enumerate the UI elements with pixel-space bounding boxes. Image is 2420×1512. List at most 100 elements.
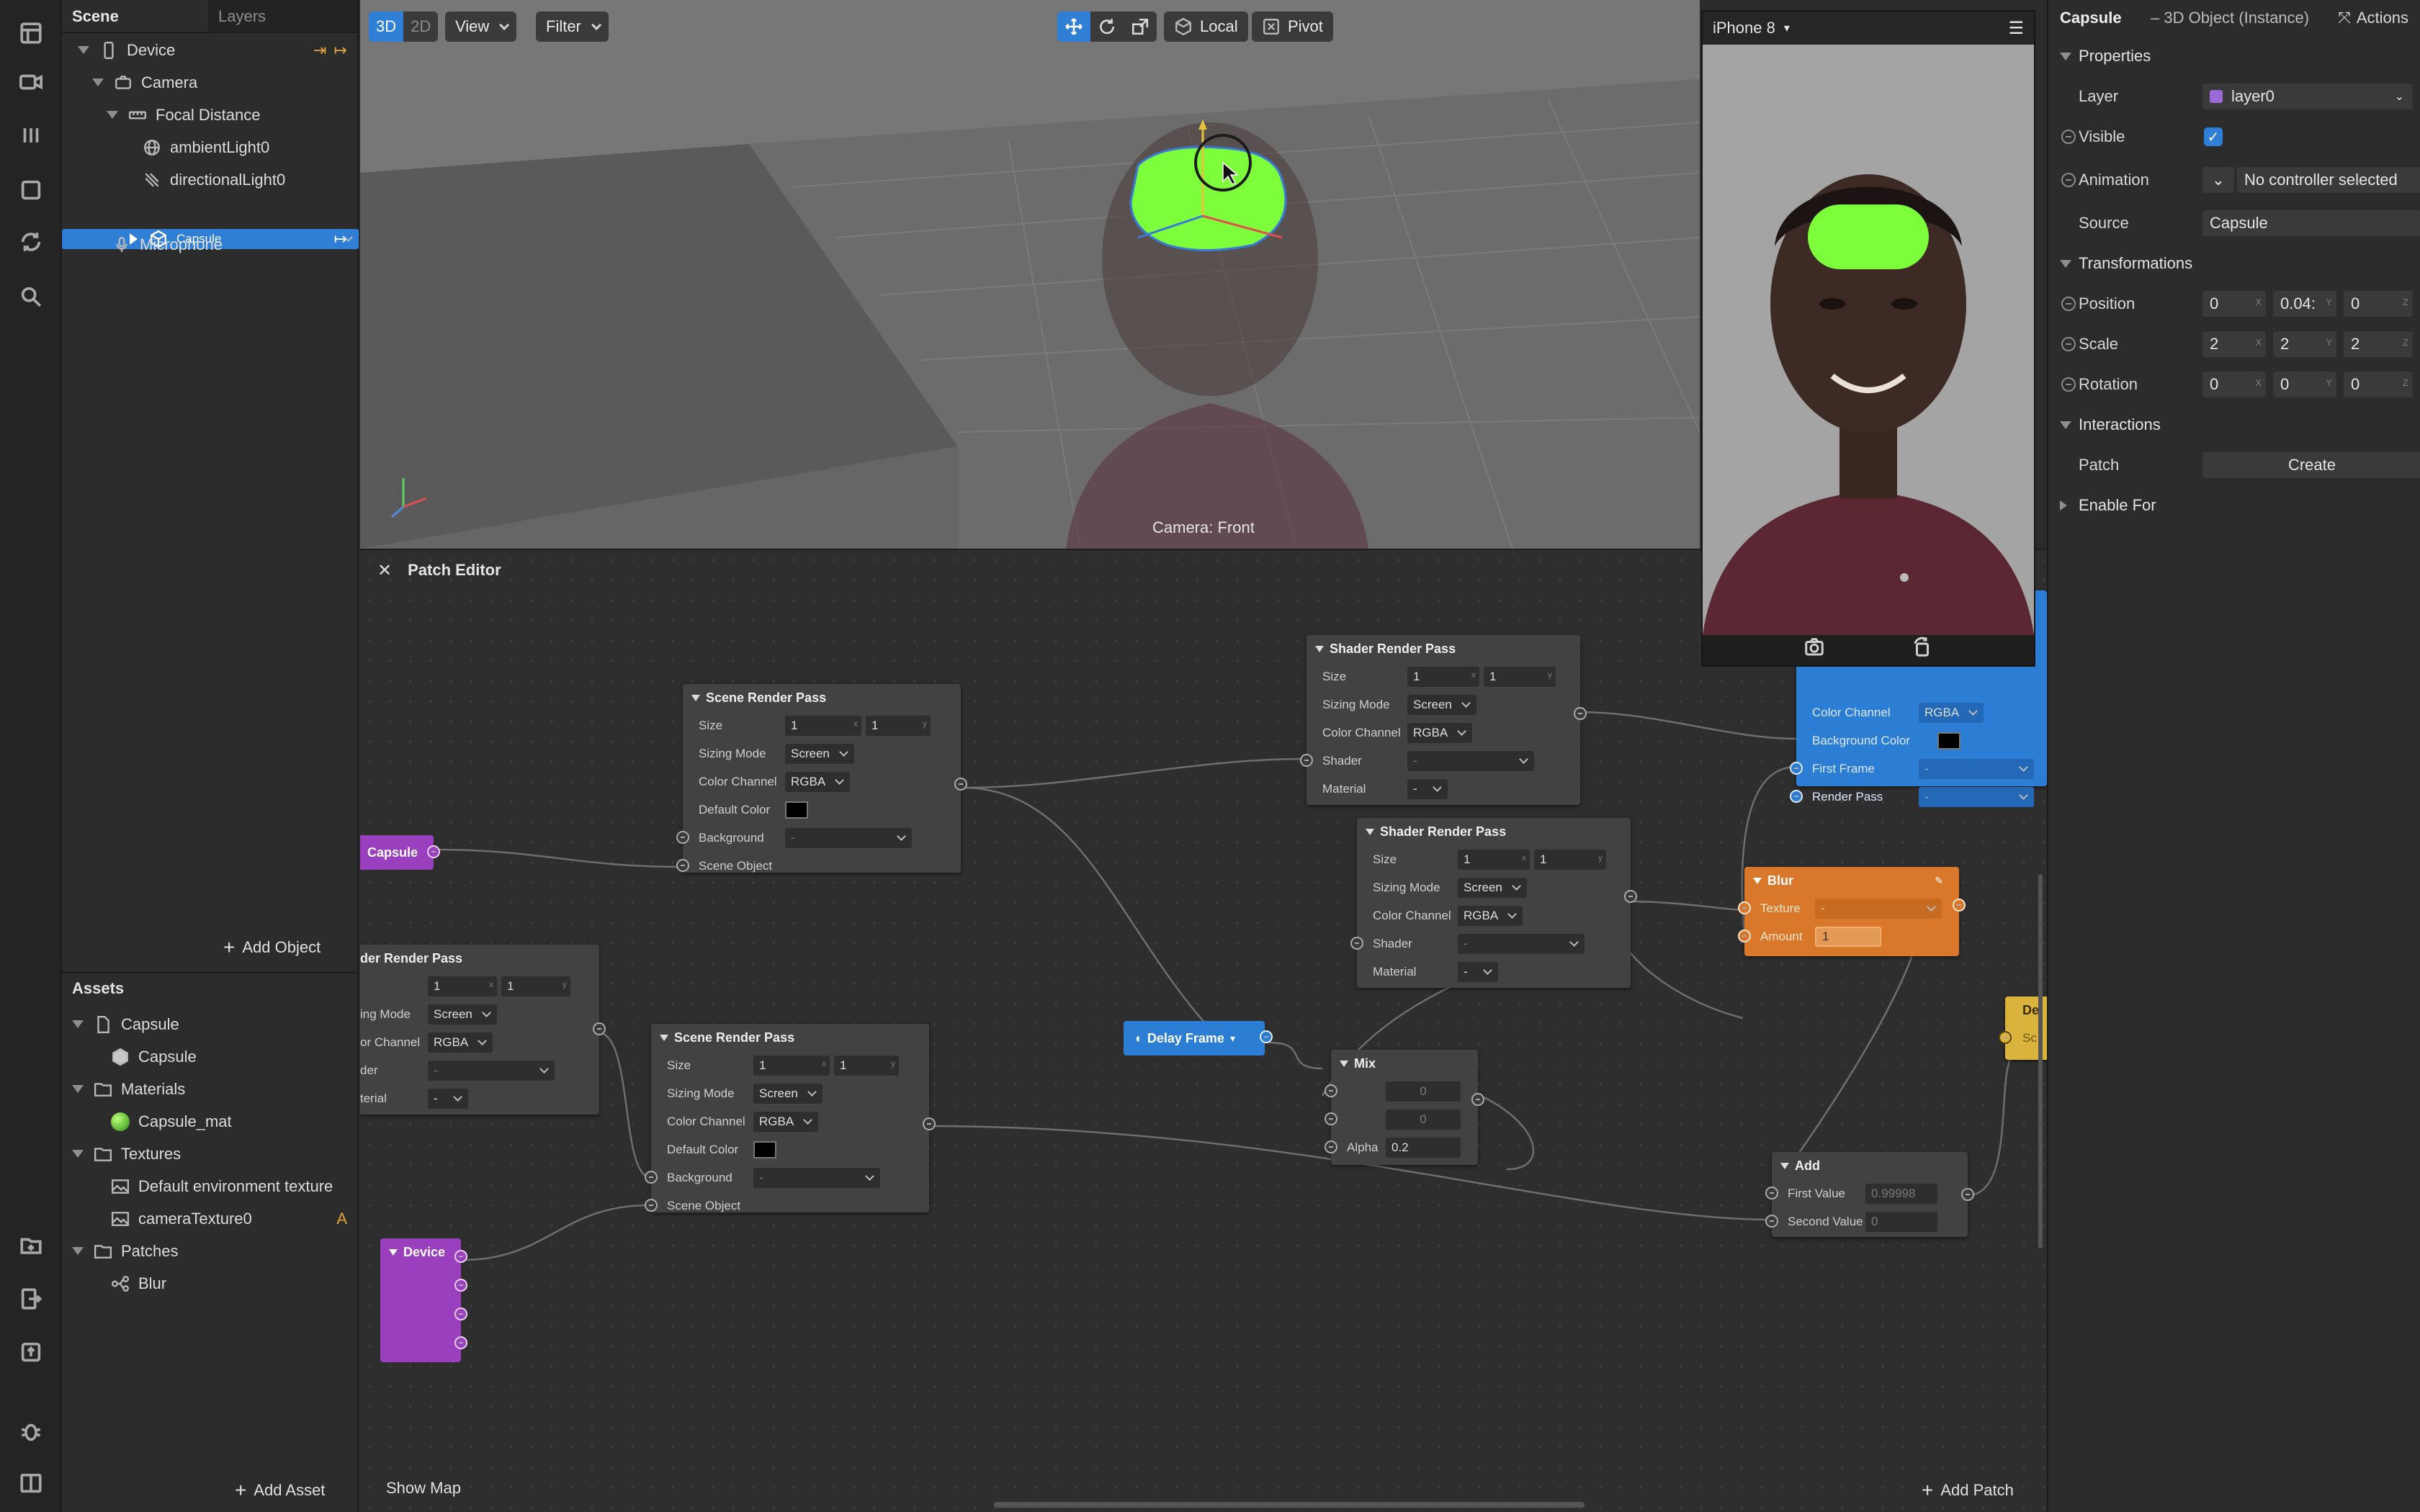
rotation-y-field[interactable]: 0Y	[2273, 372, 2336, 397]
color-channel-select[interactable]: RGBA	[1407, 722, 1473, 743]
output-port[interactable]	[1574, 707, 1587, 720]
visible-checkbox[interactable]: ✓	[2204, 127, 2223, 146]
rotate-tool-icon[interactable]	[1090, 12, 1124, 42]
menu-icon[interactable]: ☰	[2008, 18, 2024, 39]
input-port[interactable]	[645, 1199, 658, 1212]
input-port[interactable]	[1300, 754, 1313, 767]
mix-input-1[interactable]: 0	[1386, 1081, 1461, 1102]
sizing-mode-select[interactable]: Screen	[753, 1083, 823, 1104]
capsule-patch-node[interactable]: Capsule	[360, 835, 440, 870]
chevron-down-icon[interactable]	[72, 1150, 84, 1158]
connect-arrow-icon[interactable]	[2061, 377, 2076, 392]
material-select[interactable]: -	[1458, 961, 1498, 982]
patch-editor[interactable]: ✕ Patch Editor Scene Render Pass Size 1x	[360, 549, 2047, 1512]
asset-item-blur[interactable]: Blur	[62, 1267, 359, 1300]
columns-icon[interactable]	[17, 121, 45, 150]
output-port[interactable]	[454, 1279, 467, 1292]
connect-arrow-icon[interactable]	[2061, 130, 2076, 144]
size-y-field[interactable]: 1y	[1534, 849, 1606, 870]
output-port[interactable]	[427, 845, 440, 858]
scene-viewport[interactable]: 3D 2D View Filter Local Pivot Camera: Fr…	[360, 0, 1700, 549]
section-properties[interactable]: Properties	[2048, 36, 2420, 76]
move-tool-icon[interactable]	[1057, 12, 1090, 42]
source-select[interactable]: Capsule	[2202, 210, 2420, 236]
view-dropdown[interactable]: View	[445, 12, 517, 42]
background-color-swatch[interactable]	[1937, 732, 1960, 750]
sizing-mode-select[interactable]: Screen	[428, 1004, 497, 1025]
size-x-field[interactable]: 1x	[428, 976, 497, 996]
shader-render-pass-node[interactable]: der Render Pass 1x 1y ing Mode Screen or …	[360, 945, 606, 1115]
mix-alpha-field[interactable]: 0.2	[1386, 1137, 1461, 1158]
scene-item-camera[interactable]: Camera	[62, 66, 359, 99]
vertical-scrollbar[interactable]	[2038, 874, 2043, 1248]
default-color-swatch[interactable]	[753, 1140, 776, 1158]
default-color-swatch[interactable]	[785, 801, 808, 819]
scene-render-pass-node[interactable]: Scene Render Pass Size 1x 1y Sizing Mode…	[645, 1024, 936, 1212]
chevron-down-icon[interactable]	[389, 1248, 398, 1256]
connect-arrow-icon[interactable]	[2061, 173, 2076, 187]
size-x-field[interactable]: 1x	[785, 715, 861, 736]
link-icons[interactable]: ⇥ ↦	[313, 41, 349, 60]
add-patch-button[interactable]: + Add Patch	[1922, 1479, 2014, 1502]
filter-dropdown[interactable]: Filter	[536, 12, 609, 42]
local-toggle[interactable]: Local	[1164, 12, 1248, 42]
sizing-mode-select[interactable]: Screen	[1407, 694, 1476, 715]
input-port[interactable]	[1325, 1084, 1337, 1097]
asset-item-capsule-folder[interactable]: Capsule	[62, 1008, 359, 1040]
chevron-down-icon[interactable]	[72, 1020, 84, 1028]
device-select[interactable]: iPhone 8	[1713, 19, 1775, 37]
chevron-down-icon[interactable]: ▾	[1784, 21, 1790, 35]
amount-field[interactable]: 1	[1815, 926, 1881, 947]
section-interactions[interactable]: Interactions	[2048, 405, 2420, 445]
scene-item-focal-distance[interactable]: Focal Distance	[62, 99, 359, 131]
output-port[interactable]	[923, 1117, 936, 1130]
input-port[interactable]	[1765, 1187, 1778, 1200]
show-map-button[interactable]: Show Map	[386, 1479, 461, 1498]
color-channel-select[interactable]: RGBA	[785, 771, 851, 792]
input-port[interactable]	[1999, 1031, 2012, 1044]
chevron-down-icon[interactable]	[72, 1085, 84, 1093]
shader-select[interactable]: -	[428, 1060, 555, 1081]
first-frame-select[interactable]: -	[1919, 758, 2034, 779]
input-port[interactable]	[1738, 901, 1751, 914]
input-port[interactable]	[645, 1171, 658, 1184]
chevron-down-icon[interactable]	[1366, 828, 1374, 835]
asset-item-default-env-texture[interactable]: Default environment texture	[62, 1170, 359, 1202]
size-y-field[interactable]: 1y	[501, 976, 570, 996]
mode-3d-button[interactable]: 3D	[369, 12, 404, 42]
material-select[interactable]: -	[1407, 778, 1448, 799]
size-y-field[interactable]: 1y	[1484, 666, 1556, 687]
scene-item-microphone[interactable]: Microphone	[62, 228, 359, 261]
animation-dropdown-toggle[interactable]: ⌄	[2202, 167, 2234, 193]
chevron-down-icon[interactable]	[78, 46, 89, 54]
add-node[interactable]: Add First Value 0.99998 Second Value 0	[1765, 1152, 1974, 1237]
add-object-button[interactable]: + Add Object	[223, 936, 321, 959]
output-port[interactable]	[454, 1250, 467, 1263]
layer-select[interactable]: layer0 ⌄	[2202, 84, 2413, 109]
chevron-down-icon[interactable]	[2060, 420, 2071, 429]
chevron-down-icon[interactable]	[1315, 645, 1324, 652]
scale-x-field[interactable]: 2X	[2202, 331, 2266, 357]
color-channel-select[interactable]: RGBA	[428, 1032, 493, 1053]
input-port[interactable]	[1790, 762, 1803, 775]
output-port[interactable]	[1624, 890, 1637, 903]
size-y-field[interactable]: 1y	[834, 1055, 899, 1076]
chevron-down-icon[interactable]	[92, 78, 104, 86]
size-x-field[interactable]: 1x	[1458, 849, 1530, 870]
chevron-down-icon[interactable]	[1340, 1060, 1348, 1067]
connect-arrow-icon[interactable]	[2061, 337, 2076, 351]
background-select[interactable]: -	[753, 1167, 880, 1188]
scene-item-device[interactable]: Device ⇥ ↦	[62, 34, 359, 66]
chevron-down-icon[interactable]	[1753, 877, 1762, 884]
render-pass-select[interactable]: -	[1919, 786, 2034, 807]
material-select[interactable]: -	[428, 1088, 468, 1109]
position-z-field[interactable]: 0Z	[2344, 291, 2413, 317]
scale-tool-icon[interactable]	[1124, 12, 1157, 42]
scale-z-field[interactable]: 2Z	[2344, 331, 2413, 357]
tab-scene[interactable]: Scene	[62, 0, 208, 32]
connect-arrow-icon[interactable]	[2061, 297, 2076, 311]
pivot-toggle[interactable]: Pivot	[1252, 12, 1333, 42]
device-patch-node[interactable]: Device	[380, 1238, 467, 1362]
first-value-field[interactable]: 0.99998	[1865, 1183, 1937, 1204]
search-icon[interactable]	[17, 282, 45, 311]
